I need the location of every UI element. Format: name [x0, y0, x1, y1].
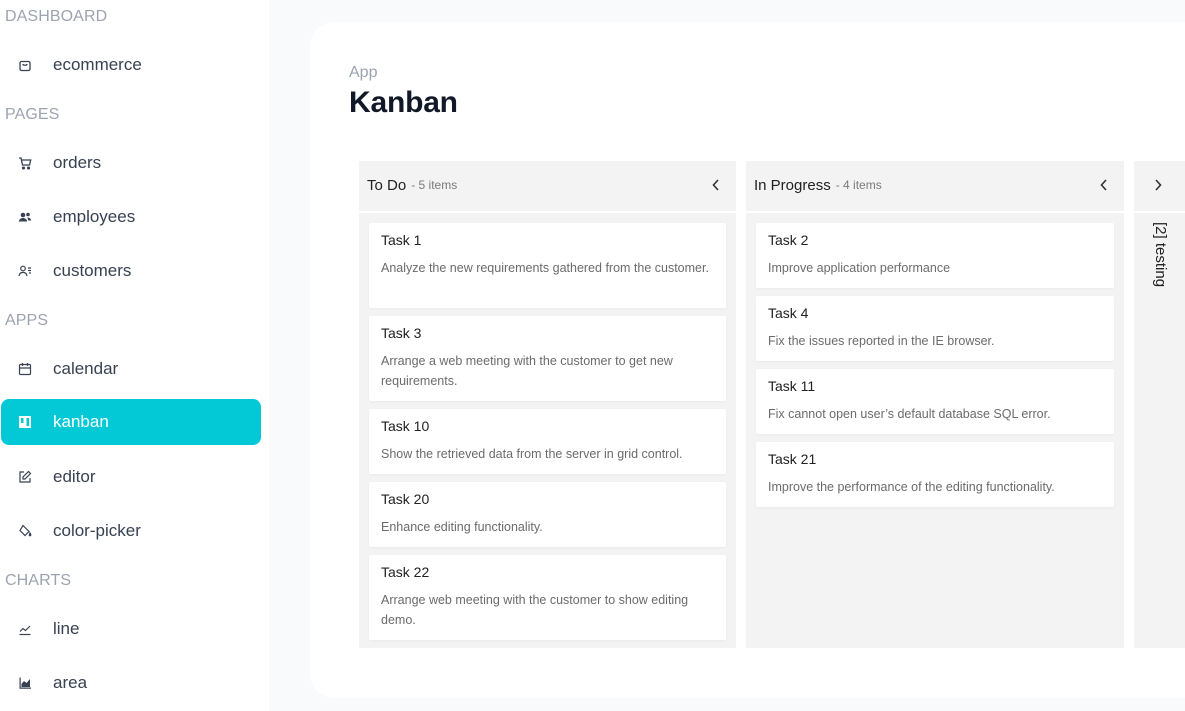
- sidebar-item-orders[interactable]: orders: [1, 140, 261, 186]
- cart-icon: [18, 156, 32, 170]
- edit-icon: [18, 470, 32, 484]
- kanban-card[interactable]: Task 10 Show the retrieved data from the…: [369, 409, 726, 474]
- sidebar-item-label: color-picker: [53, 521, 141, 540]
- page-title: Kanban: [349, 86, 458, 119]
- sidebar-item-label: area: [53, 673, 88, 692]
- section-title-pages: PAGES: [5, 106, 60, 123]
- breadcrumb: App: [349, 64, 378, 81]
- kanban-card[interactable]: Task 4 Fix the issues reported in the IE…: [756, 296, 1114, 361]
- card-description: Fix cannot open user’s default database …: [768, 407, 1051, 421]
- kanban-column-todo: To Do - 5 items Task 1 Analyze the new r…: [359, 161, 736, 648]
- card-title: Task 2: [768, 232, 809, 248]
- kanban-card[interactable]: Task 22 Arrange web meeting with the cus…: [369, 555, 726, 640]
- sidebar-item-kanban[interactable]: kanban: [1, 399, 261, 445]
- sidebar-item-ecommerce[interactable]: ecommerce: [1, 42, 261, 88]
- collapsed-column-label: [2] testing: [1152, 222, 1169, 288]
- card-description: Arrange a web meeting with the customer …: [381, 354, 673, 388]
- sidebar: DASHBOARD ecommerce PAGES orders employe…: [0, 0, 269, 711]
- area-chart-icon: [18, 676, 32, 690]
- sidebar-item-label: ecommerce: [53, 55, 142, 74]
- kanban-card[interactable]: Task 21 Improve the performance of the e…: [756, 442, 1114, 507]
- kanban-column-in-progress: In Progress - 4 items Task 2 Improve app…: [746, 161, 1124, 648]
- card-title: Task 3: [381, 325, 422, 341]
- card-description: Show the retrieved data from the server …: [381, 447, 683, 461]
- kanban-card[interactable]: Task 3 Arrange a web meeting with the cu…: [369, 316, 726, 401]
- sidebar-item-area[interactable]: area: [1, 660, 261, 706]
- sidebar-item-editor[interactable]: editor: [1, 454, 261, 500]
- section-title-apps: APPS: [5, 312, 49, 329]
- paint-bucket-icon: [18, 524, 32, 538]
- sidebar-item-label: customers: [53, 261, 132, 280]
- card-description: Arrange web meeting with the customer to…: [381, 593, 689, 627]
- section-title-dashboard: DASHBOARD: [5, 8, 108, 25]
- chevron-right-icon[interactable]: [1150, 177, 1166, 193]
- kanban-card[interactable]: Task 2 Improve application performance: [756, 223, 1114, 288]
- kanban-card[interactable]: Task 11 Fix cannot open user’s default d…: [756, 369, 1114, 434]
- sidebar-item-label: employees: [53, 207, 136, 226]
- column-title: In Progress: [754, 176, 831, 194]
- kanban-icon: [18, 415, 32, 429]
- column-body: Task 1 Analyze the new requirements gath…: [359, 211, 736, 648]
- column-item-count: - 4 items: [835, 178, 882, 192]
- card-title: Task 21: [768, 451, 817, 467]
- chevron-left-icon[interactable]: [1096, 177, 1112, 193]
- sidebar-item-label: kanban: [53, 412, 109, 431]
- card-title: Task 1: [381, 232, 422, 248]
- card-title: Task 10: [381, 418, 430, 434]
- column-body: Task 2 Improve application performance T…: [746, 211, 1124, 648]
- column-header: To Do - 5 items: [359, 161, 736, 209]
- sidebar-item-label: calendar: [53, 359, 119, 378]
- shopping-bag-icon: [18, 58, 32, 72]
- sidebar-item-employees[interactable]: employees: [1, 194, 261, 240]
- kanban-card[interactable]: Task 1 Analyze the new requirements gath…: [369, 223, 726, 308]
- column-title: To Do: [367, 176, 407, 194]
- column-header: In Progress - 4 items: [746, 161, 1124, 209]
- line-chart-icon: [18, 622, 32, 636]
- sidebar-item-color-picker[interactable]: color-picker: [1, 508, 261, 554]
- sidebar-item-label: line: [53, 619, 80, 638]
- section-title-charts: CHARTS: [5, 572, 72, 589]
- card-description: Analyze the new requirements gathered fr…: [381, 261, 709, 275]
- card-title: Task 11: [768, 378, 816, 394]
- contacts-icon: [18, 264, 32, 278]
- column-item-count: - 5 items: [411, 178, 458, 192]
- calendar-icon: [18, 362, 32, 376]
- card-description: Improve the performance of the editing f…: [768, 480, 1055, 494]
- card-title: Task 20: [381, 491, 430, 507]
- kanban-card[interactable]: Task 20 Enhance editing functionality.: [369, 482, 726, 547]
- chevron-left-icon[interactable]: [708, 177, 724, 193]
- card-title: Task 4: [768, 305, 809, 321]
- sidebar-item-customers[interactable]: customers: [1, 248, 261, 294]
- card-description: Fix the issues reported in the IE browse…: [768, 334, 995, 348]
- sidebar-item-label: orders: [53, 153, 102, 172]
- sidebar-item-line[interactable]: line: [1, 606, 261, 652]
- card-description: Improve application performance: [768, 261, 951, 275]
- card-title: Task 22: [381, 564, 430, 580]
- people-icon: [18, 210, 32, 224]
- column-header: [1134, 161, 1185, 209]
- sidebar-item-label: editor: [53, 467, 96, 486]
- sidebar-item-calendar[interactable]: calendar: [1, 346, 261, 392]
- card-description: Enhance editing functionality.: [381, 520, 543, 534]
